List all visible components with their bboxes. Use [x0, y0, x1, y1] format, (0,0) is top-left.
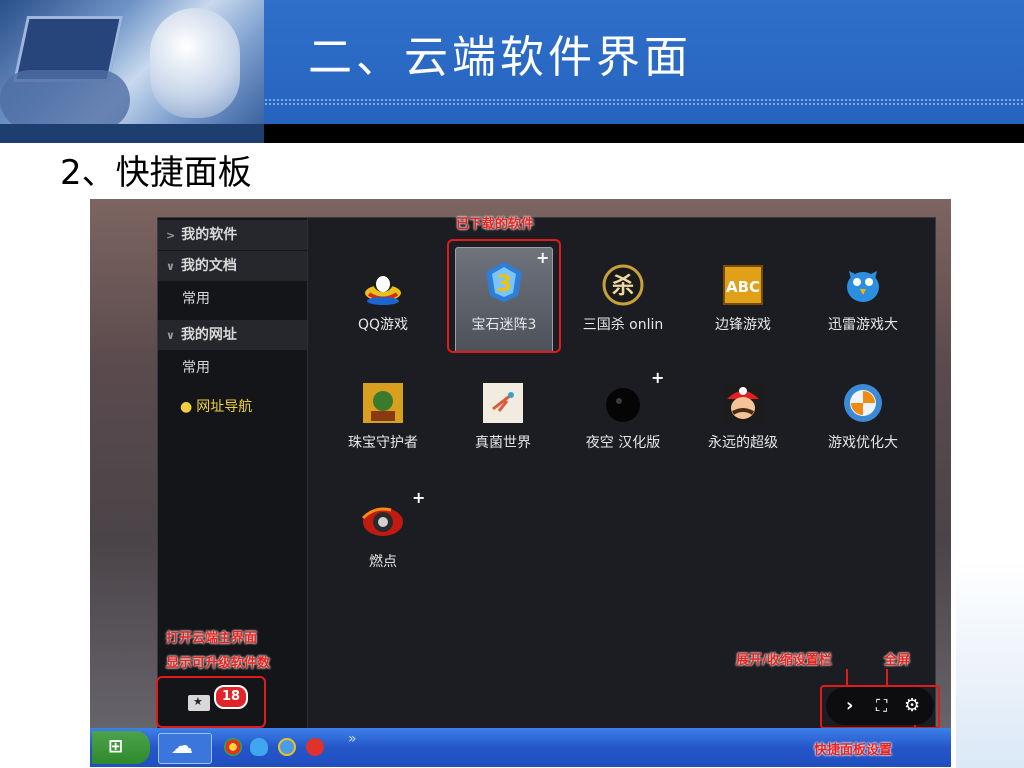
annotation-fullscreen: 全屏	[884, 653, 911, 668]
annotation-upgrade-count: 显示可升级软件数	[166, 656, 271, 671]
ie-icon[interactable]	[278, 738, 296, 756]
app-tile-xunlei-games[interactable]: 迅雷游戏大	[815, 253, 911, 353]
decorative-gradient	[956, 560, 1024, 768]
sidebar-item-docs-common[interactable]: 常用	[158, 284, 307, 314]
qq-icon[interactable]	[250, 738, 268, 756]
randian-icon	[361, 507, 403, 536]
annotation-downloaded: 已下载的软件	[456, 217, 535, 232]
app-screenshot: > 我的软件 ∨ 我的文档 常用 ∨ 我的网址 常用 ● 网址导航 QQ游戏 3 宝石迷…	[90, 199, 951, 767]
add-icon[interactable]: +	[412, 490, 425, 506]
app-label: QQ游戏	[357, 317, 409, 333]
app-label: 真菌世界	[475, 435, 531, 451]
app-label: 永远的超级	[708, 435, 778, 451]
svg-text:杀: 杀	[612, 273, 634, 299]
annotation-expand: 展开/收缩设置栏	[736, 653, 832, 668]
hand-image	[0, 70, 130, 124]
sidebar-category-my-documents[interactable]: ∨ 我的文档	[158, 251, 307, 281]
header-dot-pattern	[264, 98, 1024, 106]
app-label: 边锋游戏	[715, 317, 771, 333]
app-tile-sanguosha[interactable]: 杀 三国杀 onlin	[575, 253, 671, 353]
sidebar-category-my-urls[interactable]: ∨ 我的网址	[158, 320, 307, 350]
globe-icon: ●	[180, 399, 193, 415]
app-label: 珠宝守护者	[348, 435, 418, 451]
computer-mouse-image	[150, 8, 240, 118]
svg-text:ABC: ABC	[726, 278, 760, 296]
app-tile-bianfeng[interactable]: ABC 边锋游戏	[695, 253, 791, 353]
highlight-controls	[820, 685, 940, 729]
app-tile-jewel-keeper[interactable]: 珠宝守护者	[335, 371, 431, 471]
slide-title: 二、云端软件界面	[308, 32, 692, 83]
app-label: 迅雷游戏大	[828, 317, 898, 333]
app-label: 三国杀 onlin	[582, 317, 664, 333]
add-icon[interactable]: +	[651, 370, 664, 386]
highlight-main-button	[156, 676, 266, 728]
sidebar-category-my-software[interactable]: > 我的软件	[158, 220, 307, 250]
start-button[interactable]: ⊞	[92, 731, 150, 764]
cloud-icon: ☁	[171, 734, 193, 759]
taskbar-overflow-icon[interactable]: »	[348, 731, 357, 747]
qq-penguin-icon	[365, 268, 401, 305]
app-label: 游戏优化大	[828, 435, 898, 451]
app-tile-qq-games[interactable]: QQ游戏	[335, 253, 431, 353]
fungi-world-icon	[483, 383, 523, 423]
sidebar-item-url-navigation[interactable]: ● 网址导航	[158, 392, 307, 422]
annotation-open-main: 打开云端主界面	[166, 631, 258, 646]
game-optimizer-icon	[844, 384, 882, 422]
cloud-software-button[interactable]: ☁	[158, 733, 212, 764]
header-divider	[0, 124, 1024, 143]
abc-game-icon: ABC	[723, 265, 763, 305]
night-sky-icon	[606, 388, 640, 422]
upgrade-count-badge: 18	[214, 685, 248, 709]
xunlei-bird-icon	[847, 271, 879, 302]
annotation-settings: 快捷面板设置	[814, 743, 893, 758]
app-tile-game-optimizer[interactable]: 游戏优化大	[815, 371, 911, 471]
sidebar-item-urls-common[interactable]: 常用	[158, 353, 307, 383]
app-label: 燃点	[369, 554, 397, 570]
sanguosha-icon: 杀	[602, 264, 644, 306]
app-tile-super-mario[interactable]: 永远的超级	[695, 371, 791, 471]
slide-subtitle: 2、快捷面板	[60, 153, 252, 193]
app-label: 夜空 汉化版	[585, 435, 661, 451]
weibo-icon[interactable]	[306, 738, 324, 756]
header-photo	[0, 0, 264, 124]
super-mario-icon	[723, 383, 763, 423]
toolbox-icon[interactable]	[188, 695, 210, 711]
highlight-downloaded	[447, 239, 561, 353]
windows-logo-icon: ⊞	[108, 736, 124, 757]
jewel-keeper-icon	[363, 383, 403, 423]
chrome-icon[interactable]	[224, 738, 242, 756]
app-tile-fungi-world[interactable]: 真菌世界	[455, 371, 551, 471]
